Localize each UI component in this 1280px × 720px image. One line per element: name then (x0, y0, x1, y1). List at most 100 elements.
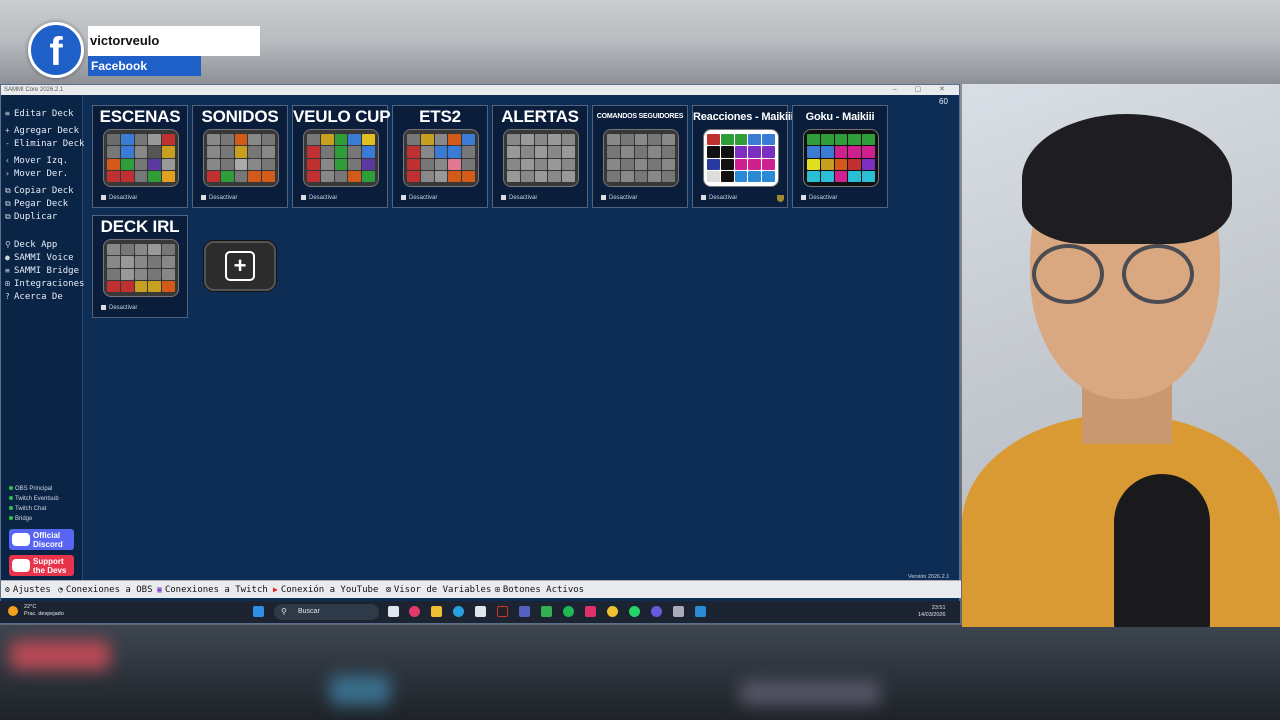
deck-title: Goku - Maikiii (805, 111, 875, 123)
deck-thumbnail (603, 129, 679, 187)
deck-card-deck-irl[interactable]: DECK IRL Desactivar (92, 215, 188, 318)
deactivate-checkbox[interactable]: Desactivar (301, 195, 337, 201)
spotify-icon[interactable] (563, 606, 574, 617)
variables-icon: ⊠ (386, 585, 391, 594)
deactivate-checkbox[interactable]: Desactivar (501, 195, 537, 201)
sidebar-item-copiar-deck[interactable]: ⧉ Copiar Deck (5, 186, 74, 199)
deck-thumbnail (803, 129, 879, 187)
app-icon-4[interactable] (695, 606, 706, 617)
windows-start-icon[interactable] (253, 606, 264, 617)
sidebar-item-sammi-bridge[interactable]: ≡ SAMMI Bridge (5, 266, 79, 279)
toolbar-conexiones-twitch[interactable]: ▣ Conexiones a Twitch (157, 585, 268, 595)
status-dot (9, 496, 13, 501)
gear-icon: ⚙ (5, 585, 10, 594)
webcam-feed (962, 84, 1280, 627)
windows-taskbar: 22°C Prac. despejado ⚲ Buscar 23:51 14/03… (0, 601, 960, 623)
checkbox-box[interactable] (601, 195, 606, 200)
checkbox-box[interactable] (401, 195, 406, 200)
toolbar-visor-variables[interactable]: ⊠ Visor de Variables (386, 585, 491, 595)
whatsapp-icon[interactable] (629, 606, 640, 617)
background-desk (0, 625, 1280, 720)
deactivate-checkbox[interactable]: Desactivar (401, 195, 437, 201)
deactivate-checkbox[interactable]: Desactivar (201, 195, 237, 201)
sidebar-item-label: Duplicar (14, 212, 58, 222)
discord-button[interactable]: Official Discord (9, 529, 74, 550)
status-twitch-chat: Twitch Chat (9, 506, 46, 512)
edge-icon[interactable] (453, 606, 464, 617)
remove-icon: - (5, 139, 10, 148)
tiktok-icon[interactable] (585, 606, 596, 617)
add-deck-button[interactable]: + (204, 241, 276, 291)
deactivate-checkbox[interactable]: Desactivar (701, 195, 737, 201)
deck-title: ALERTAS (501, 107, 579, 126)
glasses-left (1032, 244, 1104, 304)
toolbar-ajustes[interactable]: ⚙ Ajustes (5, 585, 51, 595)
checkbox-box[interactable] (201, 195, 206, 200)
checkbox-box[interactable] (501, 195, 506, 200)
sidebar-item-integraciones[interactable]: ⊞ Integraciones (5, 279, 84, 292)
facebook-overlay: f victorveulo Facebook (28, 22, 260, 78)
deck-title: ETS2 (419, 107, 461, 126)
discord-taskbar-icon[interactable] (651, 606, 662, 617)
taskbar-clock[interactable]: 23:51 14/03/2026 (918, 605, 946, 619)
sidebar-item-mover-der[interactable]: › Mover Der. (5, 169, 68, 182)
deck-card-comandos-seguidores[interactable]: COMANDOS SEGUIDORES Desactivar (592, 105, 688, 208)
sidebar-item-acerca-de[interactable]: ? Acerca De (5, 292, 63, 305)
checkbox-box[interactable] (701, 195, 706, 200)
patreon-icon (12, 559, 30, 572)
deck-card-reacciones-maikiii[interactable]: Reacciones - Maikiii Desactivar (692, 105, 794, 208)
toolbar-botones-activos[interactable]: ⊞ Botones Activos (495, 585, 584, 595)
copilot-icon[interactable] (409, 606, 420, 617)
status-dot (9, 506, 13, 511)
sidebar-item-pegar-deck[interactable]: ⧉ Pegar Deck (5, 199, 68, 212)
webcam-person-hair (1022, 114, 1232, 244)
deck-card-escenas[interactable]: ESCENAS Desactivar (92, 105, 188, 208)
sidebar-item-editar-deck[interactable]: ≡ Editar Deck (5, 109, 74, 122)
status-bridge: Bridge (9, 516, 32, 522)
status-twitch-eventsub: Twitch Eventsub (9, 496, 59, 502)
weather-widget[interactable]: 22°C Prac. despejado (8, 604, 64, 618)
paste-icon: ⧉ (5, 199, 11, 208)
deck-card-sonidos[interactable]: SONIDOS Desactivar (192, 105, 288, 208)
deck-card-ets2[interactable]: ETS2 Desactivar (392, 105, 488, 208)
file-explorer-icon[interactable] (431, 606, 442, 617)
deck-thumbnail (103, 239, 179, 297)
obs-taskbar-icon[interactable] (497, 606, 508, 617)
deactivate-checkbox[interactable]: Desactivar (801, 195, 837, 201)
toolbar-conexion-youtube[interactable]: ▶ Conexión a YouTube (273, 585, 378, 595)
app-icon-2[interactable] (541, 606, 552, 617)
sidebar-item-duplicar[interactable]: ⧉ Duplicar (5, 212, 57, 225)
sidebar-item-mover-izq[interactable]: ‹ Mover Izq. (5, 156, 68, 169)
deck-card-alertas[interactable]: ALERTAS Desactivar (492, 105, 588, 208)
app-icon[interactable] (519, 606, 530, 617)
status-dot (9, 516, 13, 521)
sidebar-item-eliminar-deck[interactable]: - Eliminar Deck (5, 139, 84, 152)
obs-icon: ◔ (58, 585, 63, 594)
checkbox-box[interactable] (101, 195, 106, 200)
deck-thumbnail (403, 129, 479, 187)
checkbox-box[interactable] (801, 195, 806, 200)
deck-card-goku-maikiii[interactable]: Goku - Maikiii Desactivar (792, 105, 888, 208)
store-icon[interactable] (475, 606, 486, 617)
sidebar-item-sammi-voice[interactable]: ● SAMMI Voice (5, 253, 74, 266)
window-controls[interactable]: – ▢ ✕ (893, 85, 953, 95)
deck-card-veulo-cup[interactable]: VEULO CUP Desactivar (292, 105, 391, 208)
chrome-icon[interactable] (607, 606, 618, 617)
deactivate-checkbox[interactable]: Desactivar (101, 305, 137, 311)
checkbox-box[interactable] (301, 195, 306, 200)
window-title: SAMMI Core 2026.2.1 (4, 87, 64, 93)
sidebar-item-deck-app[interactable]: ⚲ Deck App (5, 240, 57, 253)
deck-thumbnail (703, 129, 779, 187)
toolbar-conexiones-obs[interactable]: ◔ Conexiones a OBS (58, 585, 153, 595)
support-devs-button[interactable]: Support the Devs (9, 555, 74, 576)
checkbox-box[interactable] (101, 305, 106, 310)
window-titlebar: SAMMI Core 2026.2.1 – ▢ ✕ (1, 85, 959, 95)
taskbar-search[interactable]: ⚲ Buscar (274, 604, 379, 620)
deactivate-checkbox[interactable]: Desactivar (601, 195, 637, 201)
deck-title: Reacciones - Maikiii (693, 111, 794, 123)
deactivate-checkbox[interactable]: Desactivar (101, 195, 137, 201)
sidebar-item-agregar-deck[interactable]: + Agregar Deck (5, 126, 79, 139)
app-icon-3[interactable] (673, 606, 684, 617)
task-view-icon[interactable] (388, 606, 399, 617)
microphone (1114, 474, 1210, 627)
